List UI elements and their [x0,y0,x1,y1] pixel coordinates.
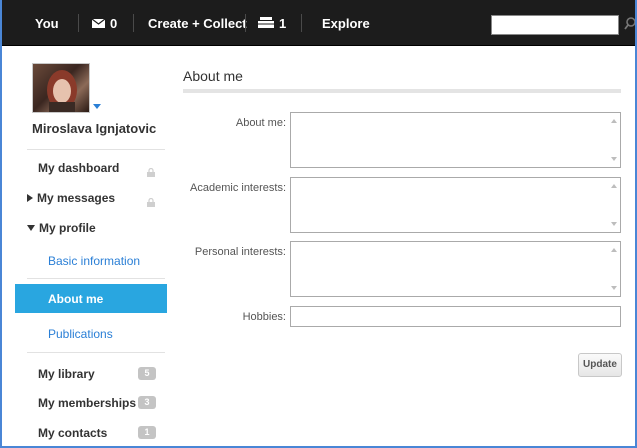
avatar[interactable] [32,63,90,113]
nav-create-collect[interactable]: Create + Collect [148,0,247,46]
academic-interests-label: Academic interests: [190,182,286,194]
divider [27,352,165,353]
sidebar-item-contacts[interactable]: My contacts [38,426,107,440]
scroll-down-icon[interactable] [611,286,617,290]
nav-separator [245,14,246,32]
personal-interests-label: Personal interests: [194,246,286,258]
avatar-dropdown-icon[interactable] [93,104,101,109]
envelope-icon [91,16,106,31]
search-icon[interactable] [624,16,637,32]
lock-icon [147,194,155,207]
scroll-down-icon[interactable] [611,222,617,226]
sidebar-item-label: My memberships [38,396,137,410]
count-badge: 5 [138,367,156,380]
nav-separator [301,14,302,32]
collapse-arrow-icon [27,225,35,231]
nav-create-collect-label: Create + Collect [148,15,247,31]
scrollbar[interactable] [607,242,620,296]
sidebar-item-messages[interactable]: My messages [27,191,115,205]
sidebar: Miroslava Ignjatovic My dashboard My mes… [15,46,167,448]
sidebar-subitem-about-me[interactable]: About me [15,284,167,313]
divider [27,278,165,279]
hobbies-input[interactable] [290,306,621,327]
about-me-label: About me: [235,117,286,129]
nav-you[interactable]: You [35,0,59,46]
sidebar-item-profile[interactable]: My profile [27,221,96,235]
sidebar-item-label: My messages [37,191,116,205]
nav-messages[interactable]: 0 [91,0,118,46]
basket-icon [258,16,274,31]
personal-interests-textarea[interactable] [290,241,621,297]
count-badge: 1 [138,426,156,439]
search-input[interactable] [491,15,619,35]
nav-separator [133,14,134,32]
sidebar-item-label: About me [48,292,104,306]
messages-count: 0 [110,15,118,31]
sidebar-subitem-publications[interactable]: Publications [48,327,113,341]
sidebar-item-label: My profile [39,221,96,235]
nav-explore[interactable]: Explore [322,0,370,46]
nav-basket[interactable]: 1 [258,0,286,46]
nav-explore-label: Explore [322,15,370,31]
hobbies-label: Hobbies: [242,311,286,323]
top-navbar: You 0 Create + Collect 1 Explore [0,0,637,46]
scroll-up-icon[interactable] [611,248,617,252]
sidebar-item-label: My contacts [38,426,108,440]
user-name: Miroslava Ignjatovic [32,121,157,136]
page-title: About me [183,68,243,84]
sidebar-item-library[interactable]: My library [38,367,95,381]
sidebar-item-dashboard[interactable]: My dashboard [38,161,119,175]
about-me-textarea[interactable] [290,112,621,168]
update-button[interactable]: Update [578,353,622,377]
lock-icon [147,164,155,177]
expand-arrow-icon [27,194,33,202]
nav-you-label: You [35,15,59,31]
nav-separator [78,14,79,32]
divider [27,149,165,150]
sidebar-item-memberships[interactable]: My memberships [38,396,136,410]
basket-count: 1 [279,15,287,31]
academic-interests-textarea[interactable] [290,177,621,233]
scroll-up-icon[interactable] [611,119,617,123]
sidebar-item-label: My dashboard [38,161,120,175]
sidebar-item-label: My library [38,367,95,381]
scroll-down-icon[interactable] [611,157,617,161]
sidebar-subitem-basic-information[interactable]: Basic information [48,254,140,268]
scroll-up-icon[interactable] [611,184,617,188]
count-badge: 3 [138,396,156,409]
scrollbar[interactable] [607,178,620,232]
title-divider [183,89,621,93]
scrollbar[interactable] [607,113,620,167]
